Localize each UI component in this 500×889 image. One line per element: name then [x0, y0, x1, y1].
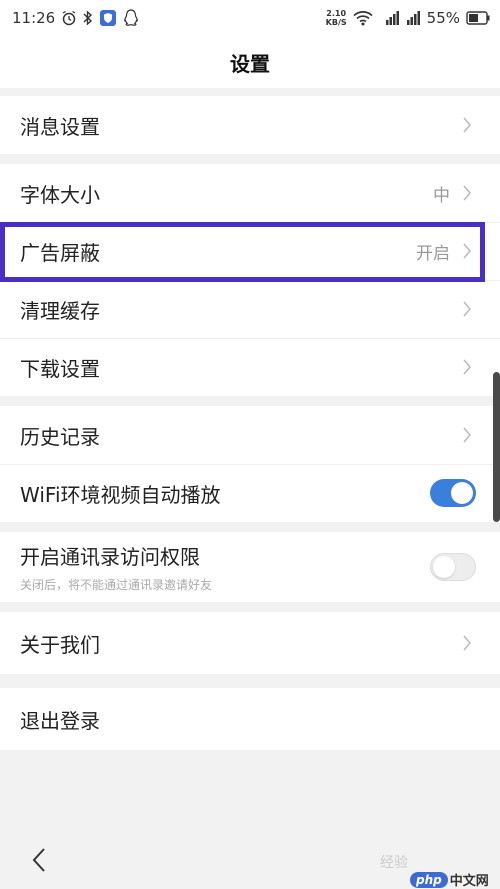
setting-label: WiFi环境视频自动播放	[20, 482, 221, 507]
alarm-icon	[61, 10, 77, 26]
setting-label: 历史记录	[20, 424, 100, 449]
group-history: 历史记录 WiFi环境视频自动播放	[0, 406, 500, 522]
chevron-right-icon	[463, 243, 472, 259]
setting-row-download[interactable]: 下载设置	[0, 338, 500, 396]
setting-label: 字体大小	[20, 182, 100, 207]
group-contacts: 开启通讯录访问权限 关闭后，将不能通过通讯录邀请好友	[0, 532, 500, 602]
setting-value: 中	[433, 185, 450, 206]
logout-button[interactable]: 退出登录	[0, 688, 500, 750]
chevron-right-icon	[463, 185, 472, 201]
battery-icon	[466, 11, 490, 25]
chevron-right-icon	[463, 117, 472, 133]
setting-value: 开启	[416, 243, 450, 264]
bluetooth-icon	[83, 10, 93, 26]
setting-label: 广告屏蔽	[20, 240, 100, 265]
setting-row-history[interactable]: 历史记录	[0, 406, 500, 464]
setting-row-ad-block[interactable]: 广告屏蔽 开启	[0, 222, 500, 280]
toggle-knob	[433, 556, 455, 578]
setting-description: 关闭后，将不能通过通讯录邀请好友	[20, 578, 213, 592]
chevron-right-icon	[463, 359, 472, 375]
chevron-right-icon	[463, 301, 472, 317]
logout-label: 退出登录	[20, 708, 100, 733]
watermark-text: 经验	[380, 855, 408, 871]
signal-icon-sim2	[405, 10, 421, 26]
qq-icon	[123, 9, 139, 27]
group-display: 字体大小 中 广告屏蔽 开启 清理缓存 下载设置	[0, 164, 500, 396]
network-speed-unit: KB/S	[325, 18, 347, 27]
setting-row-about[interactable]: 关于我们	[0, 612, 500, 674]
network-speed: 2.10 KB/S	[326, 9, 347, 27]
setting-row-contacts-permission: 开启通讯录访问权限 关闭后，将不能通过通讯录邀请好友	[0, 532, 500, 602]
group-about: 关于我们	[0, 612, 500, 674]
group-message: 消息设置	[0, 96, 500, 154]
chevron-right-icon	[463, 427, 472, 443]
toggle-knob	[451, 482, 473, 504]
status-left: 11:26	[12, 9, 139, 27]
setting-row-font-size[interactable]: 字体大小 中	[0, 164, 500, 222]
chevron-right-icon	[463, 635, 472, 651]
setting-label: 下载设置	[20, 356, 100, 381]
group-logout: 退出登录	[0, 688, 500, 750]
wifi-icon	[353, 10, 373, 26]
contacts-permission-toggle[interactable]	[430, 553, 476, 581]
setting-row-message[interactable]: 消息设置	[0, 96, 500, 154]
network-speed-value: 2.10	[326, 9, 347, 18]
setting-label: 开启通讯录访问权限	[20, 545, 200, 569]
page-title: 设置	[230, 51, 270, 76]
shield-app-icon	[99, 9, 117, 27]
bottom-bar: 经验 php 中文网	[0, 830, 500, 889]
status-time: 11:26	[12, 9, 56, 27]
back-arrow-icon[interactable]	[28, 846, 52, 874]
settings-list: 消息设置 字体大小 中 广告屏蔽 开启 清理缓存 下载设置 历史记录 WiFi环…	[0, 96, 500, 760]
setting-label: 清理缓存	[20, 298, 100, 323]
signal-icon-sim1	[379, 10, 399, 26]
wifi-autoplay-toggle[interactable]	[430, 479, 476, 507]
php-logo-suffix: 中文网	[449, 874, 489, 889]
battery-percent: 55%	[426, 9, 460, 27]
scrollbar-thumb[interactable]	[493, 372, 500, 522]
header: 设置	[0, 36, 500, 88]
status-bar: 11:26 2.10 KB/S 55%	[0, 0, 500, 36]
setting-label: 消息设置	[20, 114, 100, 139]
php-logo: php	[410, 871, 448, 888]
setting-row-wifi-autoplay: WiFi环境视频自动播放	[0, 464, 500, 522]
setting-label: 关于我们	[20, 632, 100, 657]
setting-row-clear-cache[interactable]: 清理缓存	[0, 280, 500, 338]
status-right: 2.10 KB/S 55%	[326, 9, 490, 27]
watermark-logo: php 中文网	[410, 870, 489, 889]
